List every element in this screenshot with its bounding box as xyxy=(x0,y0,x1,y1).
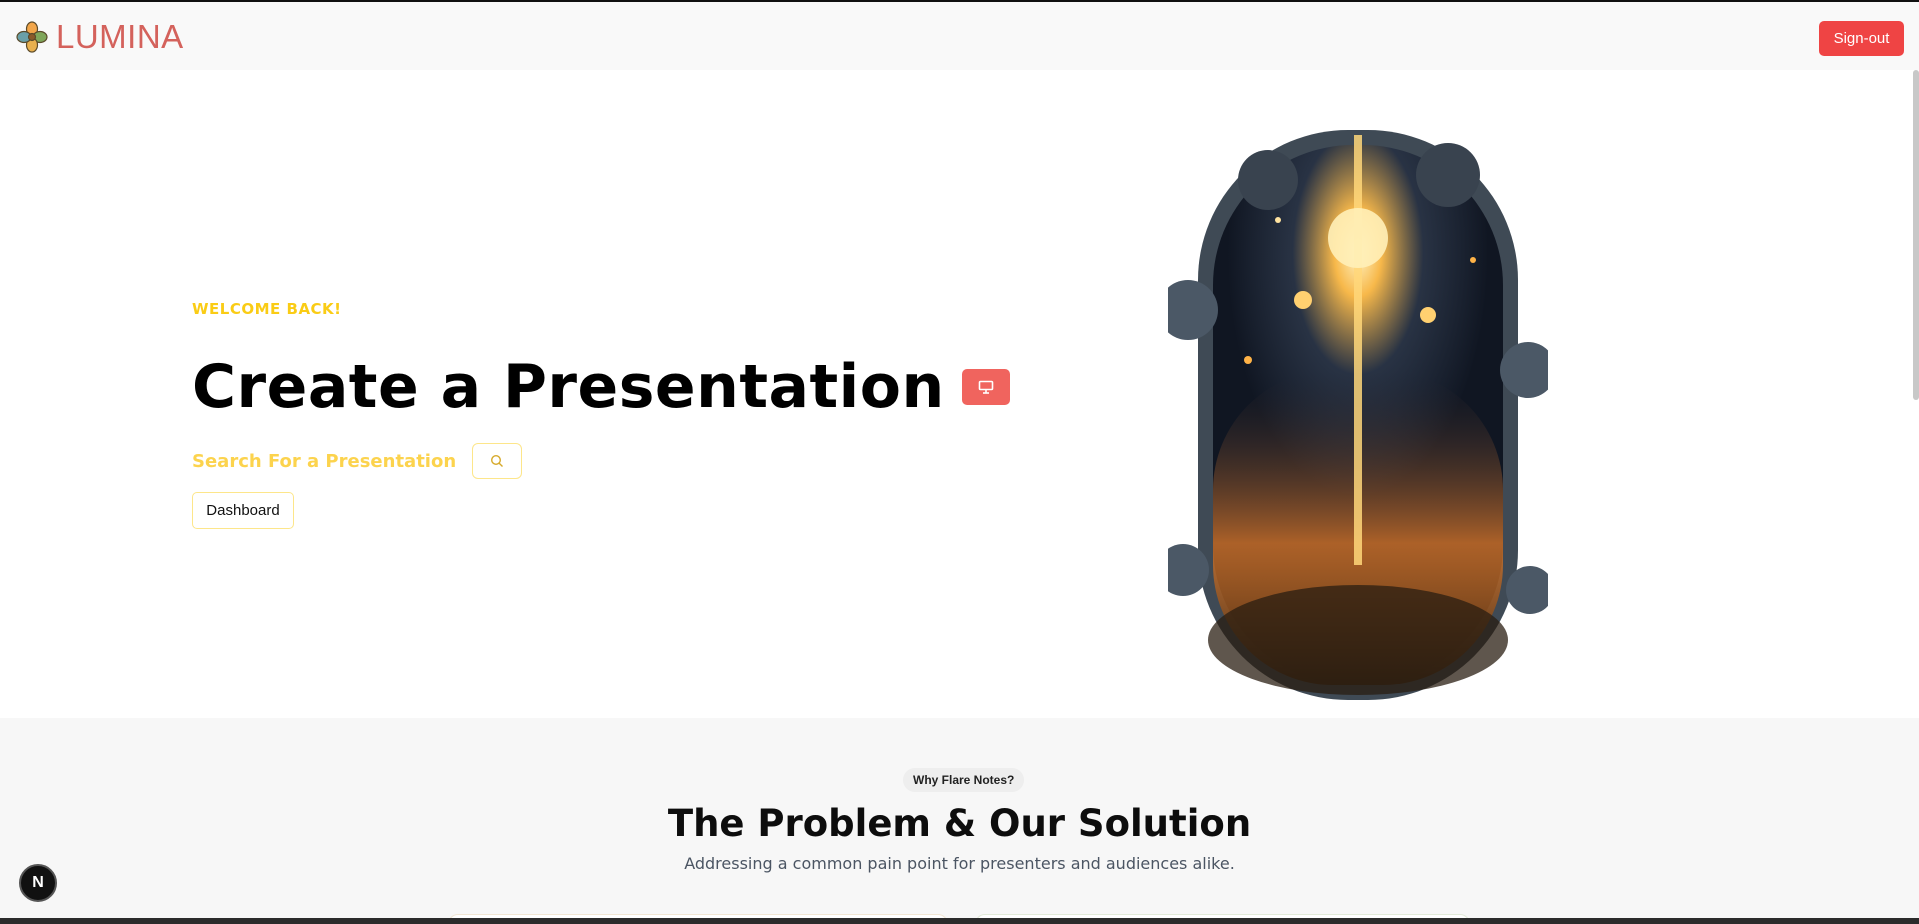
top-navbar: LUMINA Sign-out xyxy=(0,0,1919,70)
create-presentation-button[interactable] xyxy=(961,369,1010,405)
dashboard-button[interactable]: Dashboard xyxy=(192,492,294,529)
page-scrollbar[interactable] xyxy=(1913,70,1919,400)
problem-solution-section: Why Flare Notes? The Problem & Our Solut… xyxy=(0,718,1919,924)
section-heading: The Problem & Our Solution xyxy=(667,802,1252,845)
section-pill: Why Flare Notes? xyxy=(903,768,1025,792)
search-row: Search For a Presentation xyxy=(192,443,523,479)
title-row: Create a Presentation xyxy=(192,352,1010,422)
brand[interactable]: LUMINA xyxy=(16,20,184,54)
flower-logo-icon xyxy=(16,21,48,53)
page-title: Create a Presentation xyxy=(192,352,945,422)
section-subheading: Addressing a common pain point for prese… xyxy=(684,854,1235,873)
window-bottom-edge xyxy=(0,918,1919,924)
hero-illustration xyxy=(1168,130,1548,700)
search-button[interactable] xyxy=(472,443,523,479)
search-icon xyxy=(491,454,504,467)
search-label: Search For a Presentation xyxy=(192,450,457,472)
hero-section: WELCOME BACK! Create a Presentation Sear… xyxy=(192,300,1010,529)
welcome-text: WELCOME BACK! xyxy=(192,300,342,318)
brand-name: LUMINA xyxy=(56,18,184,55)
nextjs-dev-badge[interactable]: N xyxy=(19,864,57,902)
presentation-icon xyxy=(978,380,993,394)
sign-out-button[interactable]: Sign-out xyxy=(1819,21,1904,56)
